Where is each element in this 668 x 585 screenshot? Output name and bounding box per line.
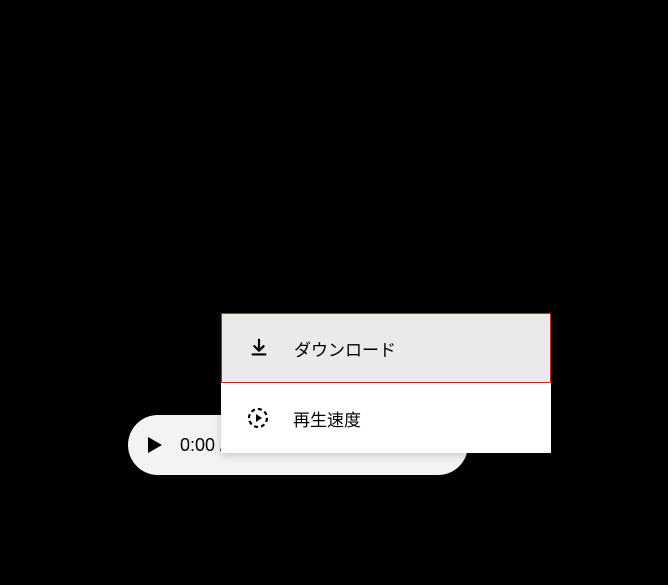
playback-speed-icon: [245, 405, 271, 431]
options-menu: ダウンロード 再生速度: [221, 313, 551, 453]
playback-speed-label: 再生速度: [293, 406, 361, 431]
download-label: ダウンロード: [294, 336, 396, 361]
time-display: 0:00 /: [180, 435, 225, 456]
download-icon: [246, 335, 272, 361]
download-menu-item[interactable]: ダウンロード: [221, 313, 551, 383]
playback-speed-menu-item[interactable]: 再生速度: [221, 383, 551, 453]
play-icon[interactable]: [148, 437, 162, 453]
